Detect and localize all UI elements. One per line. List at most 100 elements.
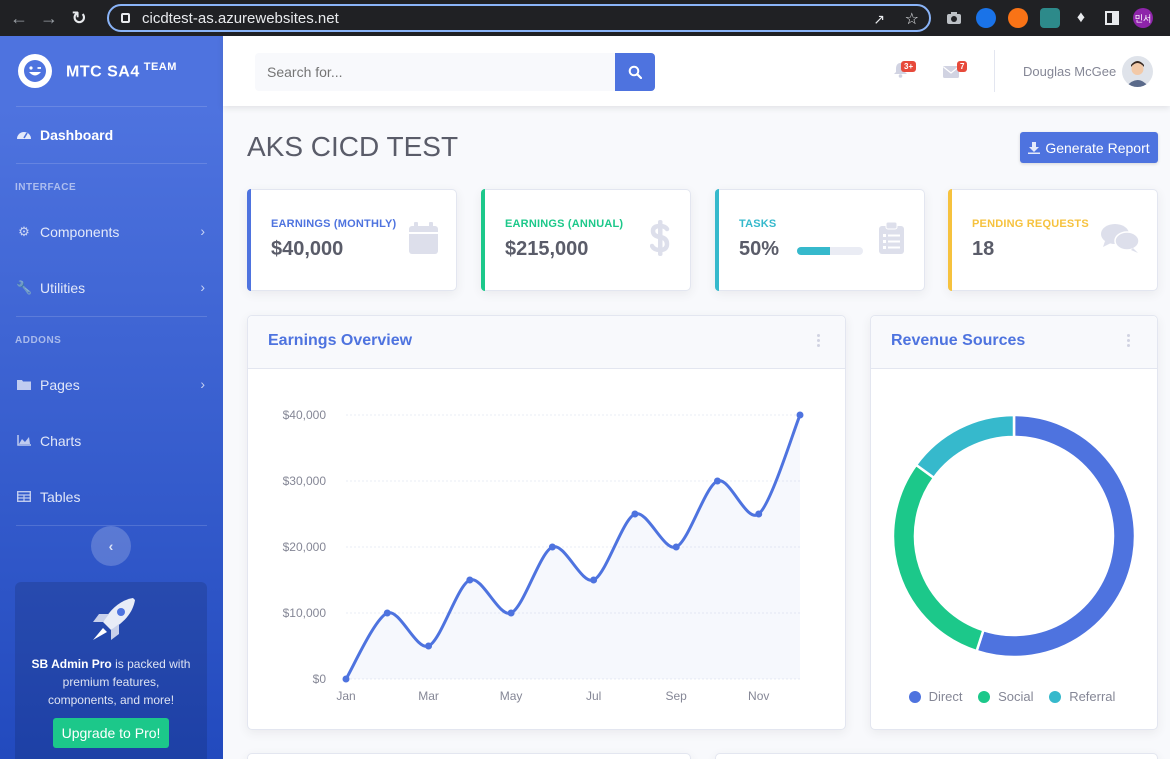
data-point[interactable] <box>713 477 721 485</box>
chevron-right-icon: › <box>200 223 205 239</box>
data-point[interactable] <box>425 642 433 650</box>
brand-name: MTC SA4 <box>66 63 140 81</box>
card-header: Earnings Overview <box>248 316 845 369</box>
extension-blue-icon[interactable] <box>976 8 996 28</box>
search-icon <box>628 65 642 79</box>
y-tick-label: $0 <box>313 672 327 686</box>
url-text[interactable]: cicdtest-as.azurewebsites.net <box>142 10 339 27</box>
topbar-divider <box>994 50 995 92</box>
sidebar: MTC SA4 TEAM Dashboard INTERFACE ⚙ Compon… <box>0 36 223 759</box>
share-icon[interactable]: ↗ <box>873 11 885 28</box>
stat-card-earnings-annual: EARNINGS (ANNUAL) $215,000 <box>481 189 691 291</box>
y-tick-label: $10,000 <box>283 606 327 620</box>
data-point[interactable] <box>507 609 515 617</box>
data-point[interactable] <box>796 411 804 419</box>
data-point[interactable] <box>672 543 680 551</box>
user-name[interactable]: Douglas McGee <box>1023 64 1116 79</box>
x-tick-label: Nov <box>748 689 769 703</box>
legend-item-social[interactable]: Social <box>978 689 1037 704</box>
address-bar[interactable]: cicdtest-as.azurewebsites.net ↗ ☆ <box>107 4 931 32</box>
x-tick-label: Mar <box>418 689 439 703</box>
sidebar-item-label: Components <box>40 224 120 240</box>
sidebar-item-components[interactable]: ⚙ Components › <box>0 204 223 260</box>
upgrade-button[interactable]: Upgrade to Pro! <box>52 718 170 748</box>
messages-badge: 7 <box>957 61 968 72</box>
profile-avatar[interactable]: 민서 <box>1133 8 1153 28</box>
stat-accent-bar <box>247 189 251 291</box>
brand-sup: TEAM <box>143 60 177 73</box>
sidebar-item-charts[interactable]: Charts <box>0 413 223 469</box>
search-button[interactable] <box>615 53 655 91</box>
laugh-wink-icon <box>18 54 52 88</box>
clipboard-list-icon <box>879 221 904 259</box>
generate-report-button[interactable]: Generate Report <box>1020 132 1158 163</box>
search-input[interactable] <box>255 53 615 91</box>
sidebar-toggle-button[interactable]: ‹ <box>91 526 131 566</box>
search-box <box>255 53 615 91</box>
lower-card-right <box>715 753 1158 759</box>
earnings-area-chart: $0 $10,000 $20,000 $30,000 $40,000 Jan Mar May J… <box>283 408 804 703</box>
sidepanel-icon[interactable] <box>1102 8 1122 28</box>
data-point[interactable] <box>548 543 556 551</box>
back-icon[interactable]: ← <box>8 7 30 29</box>
stat-label: TASKS <box>739 218 777 230</box>
card-header: Revenue Sources <box>871 316 1157 369</box>
data-point[interactable] <box>383 609 391 617</box>
x-tick-label: May <box>500 689 523 703</box>
avatar[interactable] <box>1122 56 1153 87</box>
ellipsis-vertical-icon[interactable] <box>1127 334 1131 349</box>
stat-value: $215,000 <box>505 238 589 260</box>
legend-item-referral[interactable]: Referral <box>1049 689 1119 704</box>
puzzle-icon[interactable]: ♦ <box>1071 8 1091 28</box>
dollar-icon <box>649 220 670 261</box>
camera-icon[interactable] <box>944 8 964 28</box>
stat-card-tasks: TASKS 50% <box>715 189 925 291</box>
extension-orange-icon[interactable] <box>1008 8 1028 28</box>
revenue-donut-chart <box>891 413 1137 659</box>
y-tick-label: $30,000 <box>283 474 327 488</box>
legend-item-direct[interactable]: Direct <box>908 689 967 704</box>
sidebar-heading-interface: INTERFACE <box>15 182 77 193</box>
rocket-icon <box>15 596 207 651</box>
x-tick-label: Jul <box>586 689 601 703</box>
stat-card-pending-requests: PENDING REQUESTS 18 <box>948 189 1158 291</box>
sidebar-item-pages[interactable]: Pages › <box>0 357 223 413</box>
sidebar-item-label: Pages <box>40 377 80 393</box>
data-point[interactable] <box>466 576 474 584</box>
donut-slice-direct[interactable] <box>975 413 1137 659</box>
forward-icon[interactable]: → <box>38 7 60 29</box>
extension-green-icon[interactable] <box>1040 8 1060 28</box>
sidebar-heading-addons: ADDONS <box>15 335 62 346</box>
generate-report-label: Generate Report <box>1045 139 1150 156</box>
legend-dot <box>1049 691 1062 703</box>
legend-dot <box>908 691 921 703</box>
ellipsis-vertical-icon[interactable] <box>817 334 821 349</box>
bookmark-star-icon[interactable]: ☆ <box>905 9 919 29</box>
table-icon <box>16 490 32 505</box>
legend-label: Referral <box>1069 689 1116 704</box>
topbar: 3+ 7 Douglas McGee <box>223 36 1170 106</box>
sidebar-item-dashboard[interactable]: Dashboard <box>0 107 223 163</box>
card-title: Revenue Sources <box>891 332 1026 349</box>
sidebar-item-label: Dashboard <box>40 127 114 143</box>
legend-label: Social <box>998 689 1034 704</box>
reload-icon[interactable]: ↻ <box>68 7 90 29</box>
download-icon <box>1028 141 1041 154</box>
sidebar-item-label: Utilities <box>40 280 86 296</box>
data-point[interactable] <box>342 675 350 683</box>
page-title: AKS CICD TEST <box>247 131 459 162</box>
y-tick-label: $40,000 <box>283 408 327 422</box>
sidebar-item-tables[interactable]: Tables <box>0 469 223 525</box>
data-point[interactable] <box>631 510 639 518</box>
data-point[interactable] <box>755 510 763 518</box>
chart-area-icon <box>16 434 32 449</box>
comments-icon <box>1101 223 1140 258</box>
brand[interactable]: MTC SA4 TEAM <box>0 36 223 106</box>
donut-slice-referral[interactable] <box>914 413 1016 480</box>
data-point[interactable] <box>590 576 598 584</box>
earnings-overview-card: Earnings Overview $0 $10,000 $20,000 $30,00… <box>247 315 846 730</box>
x-tick-label: Sep <box>666 689 688 703</box>
donut-slice-social[interactable] <box>891 463 985 653</box>
sidebar-item-utilities[interactable]: 🔧 Utilities › <box>0 260 223 316</box>
folder-icon <box>16 378 32 393</box>
